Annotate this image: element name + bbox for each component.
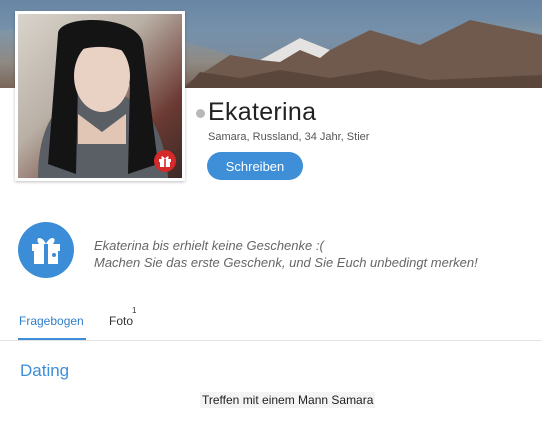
- profile-avatar-frame[interactable]: [15, 11, 185, 181]
- profile-tabs: Fragebogen Foto: [0, 300, 542, 341]
- offline-status-dot: [196, 109, 205, 118]
- write-message-button[interactable]: Schreiben: [207, 152, 303, 180]
- dating-item: Treffen mit einem Mann Samara: [200, 392, 376, 408]
- gifts-message-line1: Ekaterina bis erhielt keine Geschenke :(: [94, 238, 324, 253]
- section-title-dating: Dating: [20, 361, 70, 380]
- tab-fragebogen[interactable]: Fragebogen: [19, 314, 84, 328]
- tab-foto-count: 1: [132, 306, 137, 315]
- gift-icon: [159, 156, 171, 167]
- profile-info: Samara, Russland, 34 Jahr, Stier: [208, 131, 370, 143]
- tab-foto[interactable]: Foto: [109, 314, 133, 328]
- avatar[interactable]: [18, 14, 182, 178]
- gift-badge[interactable]: [154, 150, 176, 172]
- gifts-message-line2: Machen Sie das erste Geschenk, und Sie E…: [94, 255, 478, 270]
- gifts-circle[interactable]: [18, 222, 74, 278]
- profile-name: Ekaterina: [208, 98, 317, 126]
- gift-icon: [32, 237, 60, 264]
- active-tab-indicator: [18, 338, 86, 340]
- gifts-message: Ekaterina bis erhielt keine Geschenke :(…: [94, 237, 478, 271]
